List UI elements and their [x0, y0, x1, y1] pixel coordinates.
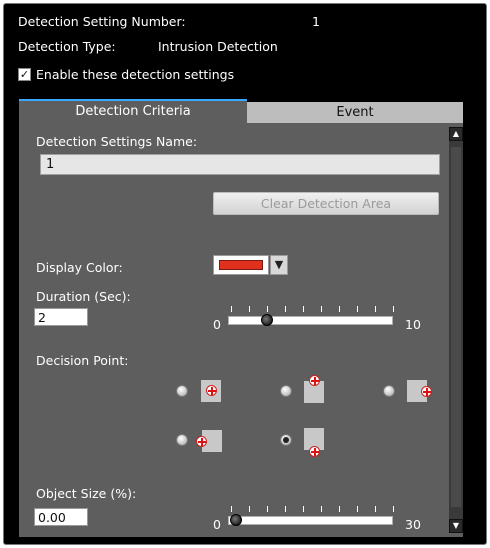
setting-number-value: 1	[312, 14, 320, 29]
decision-point-top-radio[interactable]	[280, 385, 292, 397]
decision-point-right-radio[interactable]	[383, 385, 395, 397]
object-size-min-label: 0	[213, 517, 221, 532]
duration-label: Duration (Sec):	[36, 289, 131, 304]
setting-number-label: Detection Setting Number:	[18, 14, 186, 29]
tab-detection-criteria[interactable]: Detection Criteria	[19, 99, 247, 123]
red-crosshair-icon	[206, 385, 217, 396]
color-swatch	[219, 260, 263, 270]
scrollbar-thumb[interactable]	[451, 147, 461, 507]
dropdown-arrow-icon[interactable]: ▼	[270, 255, 288, 275]
duration-slider-ticks	[231, 306, 394, 312]
red-crosshair-icon	[309, 375, 320, 386]
clear-detection-area-button[interactable]: Clear Detection Area	[213, 192, 439, 215]
tab-event[interactable]: Event	[247, 102, 463, 123]
object-size-slider-ticks	[231, 506, 394, 512]
object-size-slider-track[interactable]	[228, 516, 393, 525]
object-size-slider-thumb[interactable]	[230, 514, 242, 526]
duration-slider-thumb[interactable]	[260, 314, 273, 326]
enable-detection-label: Enable these detection settings	[36, 67, 235, 82]
display-color-label: Display Color:	[36, 260, 123, 275]
decision-point-center-radio[interactable]	[176, 385, 188, 397]
object-size-max-label: 30	[405, 517, 421, 532]
check-icon: ✓	[19, 68, 30, 81]
scroll-up-arrow-icon[interactable]: ▲	[449, 127, 463, 141]
decision-point-left-radio[interactable]	[176, 434, 188, 446]
decision-point-bottom-radio[interactable]	[280, 434, 292, 446]
red-crosshair-icon	[196, 436, 207, 447]
decision-point-label: Decision Point:	[36, 353, 129, 368]
detection-criteria-panel	[19, 123, 463, 537]
detection-settings-name-input[interactable]: 1	[40, 154, 440, 175]
duration-slider-track[interactable]	[228, 316, 393, 325]
duration-input[interactable]: 2	[34, 308, 88, 326]
object-size-label: Object Size (%):	[36, 486, 137, 501]
detection-type-label: Detection Type:	[18, 39, 116, 54]
display-color-picker[interactable]	[213, 255, 269, 275]
detection-type-value: Intrusion Detection	[158, 39, 278, 54]
red-crosshair-icon	[421, 386, 432, 397]
duration-max-label: 10	[405, 317, 421, 332]
scroll-down-arrow-icon[interactable]: ▼	[449, 519, 463, 533]
red-crosshair-icon	[309, 446, 320, 457]
duration-min-label: 0	[213, 317, 221, 332]
detection-settings-name-label: Detection Settings Name:	[36, 134, 198, 149]
enable-detection-checkbox[interactable]: ✓	[18, 68, 31, 81]
object-size-input[interactable]: 0.00	[34, 508, 88, 526]
